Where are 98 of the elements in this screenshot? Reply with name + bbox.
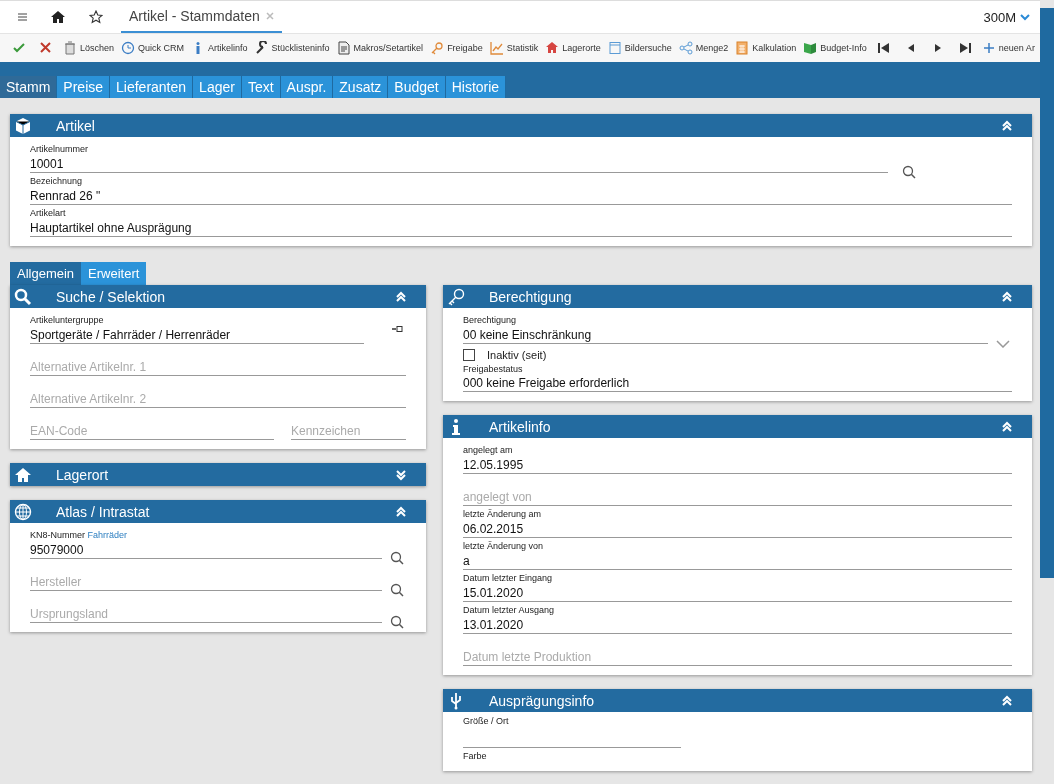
chevron-down-icon[interactable]	[996, 340, 1010, 348]
field-label: Artikelart	[30, 208, 67, 219]
key-icon	[430, 41, 445, 55]
panel-title: Berechtigung	[489, 288, 573, 305]
check-icon	[12, 41, 26, 55]
toolbar-button[interactable]: Lagerorte	[542, 37, 604, 59]
input-field[interactable]: 13.01.2020	[463, 616, 1012, 634]
toolbar-button[interactable]: Artikelinfo	[188, 37, 251, 59]
home-icon	[545, 41, 560, 55]
field-label: Artikelnummer	[30, 144, 89, 155]
first-icon	[876, 41, 891, 55]
toolbar-button[interactable]: Stücklisteninfo	[251, 37, 333, 59]
search-icon	[14, 287, 32, 306]
toolbar-button[interactable]: Budget-Info	[800, 37, 870, 59]
clock-icon	[121, 41, 136, 55]
link-icon[interactable]	[391, 326, 403, 332]
field-label: Größe / Ort	[463, 716, 510, 727]
toolbar-button[interactable]: Statistik	[486, 37, 542, 59]
toolbar-button[interactable]: neuen Ar	[978, 37, 1038, 59]
search-icon[interactable]	[902, 165, 916, 179]
field-label: angelegt am	[463, 445, 514, 456]
wrench-icon	[254, 41, 269, 55]
trash-icon	[63, 41, 77, 55]
panel-title: Lagerort	[56, 466, 110, 483]
input-field[interactable]: 12.05.1995	[463, 456, 1012, 474]
input-field[interactable]: 95079000	[30, 541, 382, 559]
chevron-down-icon[interactable]	[1020, 13, 1030, 21]
search-icon[interactable]	[390, 583, 404, 597]
company-selector: 300M	[983, 9, 1016, 25]
star-icon[interactable]	[89, 10, 103, 24]
link[interactable]: Fahrräder	[87, 530, 128, 540]
close-icon	[39, 41, 53, 55]
input-field[interactable]: Hersteller	[30, 573, 382, 591]
collapse-icon[interactable]	[396, 290, 406, 303]
tab[interactable]: Allgemein	[10, 262, 82, 285]
toolbar-button[interactable]: Menge2	[675, 37, 732, 59]
input-field[interactable]: angelegt von	[463, 488, 1012, 506]
input-field[interactable]: 15.01.2020	[463, 584, 1012, 602]
search-icon[interactable]	[390, 615, 404, 629]
input-field[interactable]: Kennzeichen	[291, 422, 406, 440]
collapse-icon[interactable]	[1002, 290, 1012, 303]
input-field[interactable]: 06.02.2015	[463, 520, 1012, 538]
field-label: Freigabestatus	[463, 364, 524, 375]
globe-icon	[14, 502, 32, 521]
toolbar-button[interactable]: Makros/Setartikel	[333, 37, 427, 59]
collapse-icon[interactable]	[396, 505, 406, 518]
panel-title: Atlas / Intrastat	[56, 503, 151, 520]
field-label: letzte Änderung von	[463, 541, 545, 552]
book-icon	[803, 41, 818, 55]
field-label: KN8-Nummer	[30, 530, 85, 540]
field-label: Berechtigung	[463, 315, 518, 326]
expand-icon[interactable]	[396, 468, 406, 481]
calendar-icon	[607, 41, 622, 55]
share-icon	[678, 41, 693, 55]
input-field[interactable]: Datum letzte Produktion	[463, 648, 1012, 666]
search-icon[interactable]	[390, 551, 404, 565]
input-field[interactable]: 10001	[30, 155, 888, 173]
plus-icon	[981, 41, 996, 55]
document-icon	[336, 41, 351, 55]
field-label: letzte Änderung am	[463, 509, 543, 520]
input-field[interactable]: Ursprungsland	[30, 605, 382, 623]
collapse-icon[interactable]	[1002, 694, 1012, 707]
home-icon	[14, 465, 32, 484]
input-field[interactable]: 000 keine Freigabe erforderlich	[463, 375, 1012, 392]
key-icon	[447, 287, 465, 306]
collapse-icon[interactable]	[1002, 420, 1012, 433]
input-field[interactable]: Rennrad 26 "	[30, 187, 1012, 205]
field-label: Farbe	[463, 751, 487, 762]
panel-title: Suche / Selektion	[56, 288, 166, 305]
home-icon[interactable]	[51, 11, 65, 23]
input-field[interactable]: Alternative Artikelnr. 1	[30, 358, 406, 376]
collapse-icon[interactable]	[1002, 119, 1012, 132]
panel-title: Ausprägungsinfo	[489, 692, 596, 709]
panel-title: Artikelinfo	[489, 418, 552, 435]
chart-icon	[489, 41, 504, 55]
menu-icon[interactable]	[18, 13, 27, 21]
input-field[interactable]: 00 keine Einschränkung	[463, 326, 988, 344]
input-field[interactable]: EAN-Code	[30, 422, 274, 440]
field-label: Datum letzter Eingang	[463, 573, 554, 584]
toolbar-button[interactable]: Freigabe	[427, 37, 486, 59]
input-field[interactable]: Alternative Artikelnr. 2	[30, 390, 406, 408]
field-label: Bezeichnung	[30, 176, 84, 187]
input-field[interactable]: Hauptartikel ohne Ausprägung	[30, 219, 1012, 237]
panel-title: Artikel	[56, 117, 96, 134]
tab[interactable]: Stamm	[0, 76, 58, 98]
toolbar-button[interactable]: Kalkulation	[732, 37, 800, 59]
tab-title: Artikel - Stammdaten	[129, 8, 260, 24]
toolbar-button[interactable]: Bildersuche	[604, 37, 675, 59]
last-icon	[957, 41, 972, 55]
toolbar-button[interactable]: Quick CRM	[118, 37, 188, 59]
field-label: Datum letzter Ausgang	[463, 605, 556, 616]
input-field[interactable]: Sportgeräte / Fahrräder / Herrenräder	[30, 326, 364, 344]
field-label: Artikeluntergruppe	[30, 315, 105, 326]
checkbox[interactable]	[463, 349, 475, 361]
calculator-icon	[735, 41, 750, 55]
checkbox-label: Inaktiv (seit)	[487, 349, 547, 361]
input-field[interactable]: a	[463, 552, 1012, 570]
toolbar-button[interactable]: Löschen	[60, 37, 118, 59]
